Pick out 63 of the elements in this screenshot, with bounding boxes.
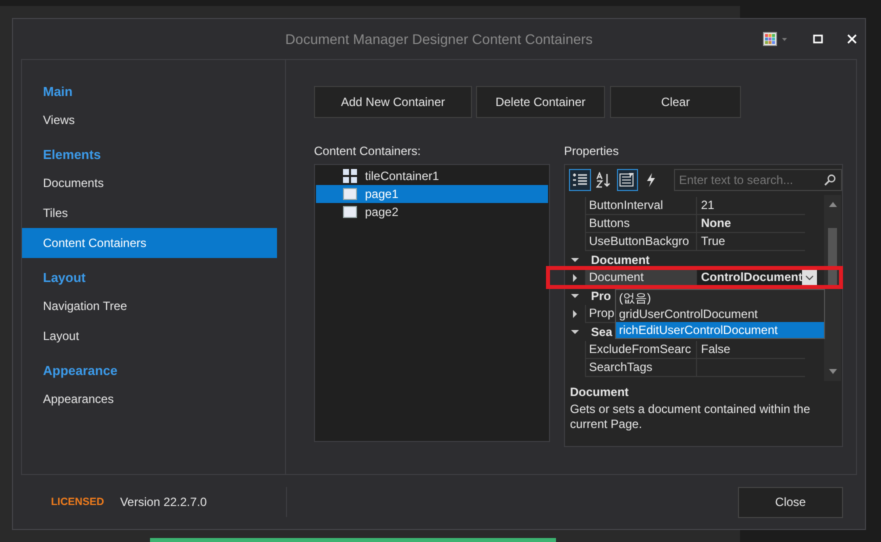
tile-grid-icon (343, 169, 357, 183)
sidebar-item[interactable]: Documents (22, 168, 277, 198)
scroll-down-icon[interactable] (828, 369, 838, 375)
property-value: 21 (701, 197, 714, 214)
sidebar-item[interactable]: Layout (22, 321, 277, 351)
container-label: tileContainer1 (365, 169, 440, 183)
property-name: SearchTags (585, 359, 696, 377)
property-value: None (701, 215, 731, 232)
page-icon (343, 206, 357, 218)
category-title: Pro (590, 289, 612, 303)
property-name: ExcludeFromSearc (585, 341, 696, 359)
container-label: page1 (365, 187, 398, 201)
expand-arrow-icon[interactable] (571, 310, 579, 318)
containers-label: Content Containers: (314, 144, 422, 160)
description-text: Gets or sets a document contained within the current Page. (570, 402, 812, 432)
caret-icon (805, 274, 814, 280)
property-pages-icon[interactable] (616, 169, 638, 191)
property-value: False (701, 341, 730, 358)
property-value: ControlDocument (701, 269, 802, 286)
property-name: Buttons (585, 215, 696, 233)
search-icon (824, 174, 836, 186)
sidebar-item[interactable]: Tiles (22, 198, 277, 228)
container-label: page2 (365, 205, 398, 219)
close-icon[interactable] (847, 34, 857, 44)
collapse-arrow-icon[interactable] (571, 256, 579, 264)
dropdown-option[interactable]: (없음) (616, 290, 824, 306)
toolbar-button[interactable]: Clear (610, 86, 741, 118)
page-icon (343, 188, 357, 200)
sidebar-group-title: Elements (42, 147, 102, 164)
sidebar-item[interactable]: Views (22, 105, 277, 135)
collapse-arrow-icon[interactable] (571, 292, 579, 300)
description-title: Document (570, 385, 630, 399)
category-title: Sea (590, 325, 612, 339)
category-title: Document (590, 253, 650, 267)
dropdown-option[interactable]: richEditUserControlDocument (616, 322, 824, 338)
dropdown-button[interactable] (802, 270, 818, 285)
toolbar-button[interactable]: Add New Container (314, 86, 472, 118)
sidebar-item[interactable]: Appearances (22, 384, 277, 414)
sidebar-item[interactable]: Content Containers (22, 228, 277, 258)
sidebar-group-title: Layout (42, 270, 87, 287)
properties-label: Properties (564, 144, 620, 160)
sidebar-group-title: Main (42, 84, 74, 101)
sidebar-group-title: Appearance (42, 363, 118, 380)
scroll-up-icon[interactable] (828, 201, 838, 207)
toolbar-button[interactable]: Delete Container (476, 86, 605, 118)
property-value: True (701, 233, 726, 250)
property-name: UseButtonBackgro (585, 233, 696, 251)
close-button[interactable]: Close (738, 486, 843, 518)
search-field[interactable]: Enter text to search... (674, 169, 842, 191)
collapse-arrow-icon[interactable] (571, 328, 579, 336)
container-item[interactable]: tileContainer1 (316, 167, 548, 185)
expand-arrow-icon[interactable] (571, 274, 579, 282)
categorized-icon[interactable] (569, 169, 591, 191)
container-item[interactable]: page1 (316, 185, 548, 203)
property-name: ButtonInterval (585, 197, 696, 215)
color-grid-icon[interactable] (763, 32, 789, 46)
window-title: Document Manager Designer Content Containers (285, 31, 593, 47)
version-label: Version 22.2.7.0 (120, 495, 207, 509)
container-item[interactable]: page2 (316, 203, 548, 221)
sidebar-item[interactable]: Navigation Tree (22, 291, 277, 321)
scrollbar[interactable] (824, 195, 841, 381)
maximize-icon[interactable] (813, 34, 823, 44)
license-label: LICENSED (51, 496, 104, 508)
